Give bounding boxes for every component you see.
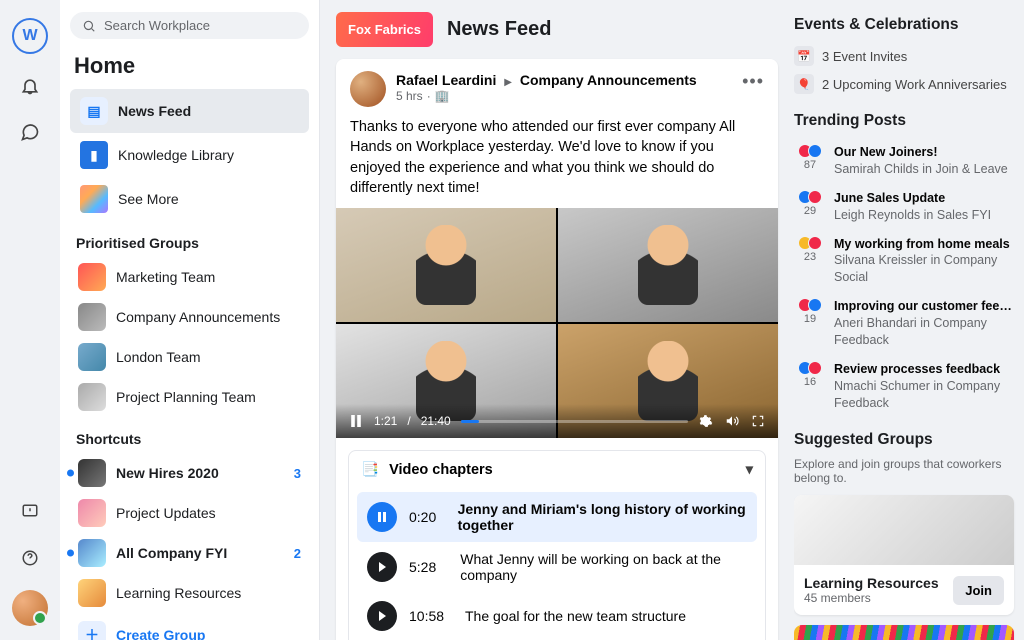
chapters-toggle[interactable]: 📑 Video chapters ▾ bbox=[349, 451, 765, 488]
plus-icon: ＋ bbox=[78, 621, 106, 640]
suggested-group-card[interactable]: Design FYI11 members Join bbox=[794, 625, 1014, 640]
section-shortcuts: Shortcuts bbox=[76, 431, 303, 447]
user-avatar[interactable] bbox=[12, 590, 48, 626]
chevron-down-icon: ▾ bbox=[746, 462, 753, 478]
pause-icon[interactable] bbox=[348, 413, 364, 429]
author-avatar[interactable] bbox=[350, 71, 386, 107]
search-input[interactable]: Search Workplace bbox=[70, 12, 309, 39]
shortcut-all-company-fyi[interactable]: All Company FYI2 bbox=[70, 533, 309, 573]
create-group-button[interactable]: ＋ Create Group bbox=[70, 613, 309, 640]
group-cover bbox=[794, 495, 1014, 565]
unread-dot bbox=[67, 550, 74, 557]
brand-badge[interactable]: Fox Fabrics bbox=[336, 12, 433, 47]
chapter-row[interactable]: 0:20 Jenny and Miriam's long history of … bbox=[357, 492, 757, 542]
book-icon: ▮ bbox=[80, 141, 108, 169]
search-placeholder: Search Workplace bbox=[104, 18, 210, 33]
post-menu-button[interactable]: ••• bbox=[742, 71, 764, 92]
events-title: Events & Celebrations bbox=[794, 16, 1014, 34]
post-time: 5 hrs bbox=[396, 89, 423, 105]
feedback-icon[interactable] bbox=[16, 498, 44, 526]
chat-icon[interactable] bbox=[16, 118, 44, 146]
event-anniversaries[interactable]: 🎈2 Upcoming Work Anniversaries bbox=[794, 70, 1014, 98]
grid-icon bbox=[80, 185, 108, 213]
group-company-announcements[interactable]: Company Announcements bbox=[70, 297, 309, 337]
balloon-icon: 🎈 bbox=[794, 74, 814, 94]
volume-icon[interactable] bbox=[724, 413, 740, 429]
play-icon[interactable] bbox=[367, 601, 397, 631]
suggested-group-card[interactable]: Learning Resources45 members Join bbox=[794, 495, 1014, 615]
settings-icon[interactable] bbox=[698, 413, 714, 429]
trending-post[interactable]: 23 My working from home mealsSilvana Kre… bbox=[794, 230, 1014, 293]
pause-icon[interactable] bbox=[367, 502, 397, 532]
post-group[interactable]: Company Announcements bbox=[520, 72, 697, 88]
video-time-total: 21:40 bbox=[421, 414, 451, 428]
video-player[interactable]: 1:21/21:40 bbox=[336, 208, 778, 438]
search-icon bbox=[82, 19, 96, 33]
video-tile bbox=[336, 208, 556, 322]
nav-see-more[interactable]: See More bbox=[70, 177, 309, 221]
seek-bar[interactable] bbox=[461, 420, 688, 423]
chapter-row[interactable]: 10:58 The goal for the new team structur… bbox=[357, 592, 757, 640]
bell-icon[interactable] bbox=[16, 72, 44, 100]
chapters-icon: 📑 bbox=[361, 461, 379, 478]
video-time-current: 1:21 bbox=[374, 414, 397, 428]
join-button[interactable]: Join bbox=[953, 576, 1004, 605]
group-london-team[interactable]: London Team bbox=[70, 337, 309, 377]
nav-knowledge-library[interactable]: ▮ Knowledge Library bbox=[70, 133, 309, 177]
group-marketing-team[interactable]: Marketing Team bbox=[70, 257, 309, 297]
trending-post[interactable]: 29 June Sales UpdateLeigh Reynolds in Sa… bbox=[794, 184, 1014, 230]
group-thumb bbox=[78, 343, 106, 371]
unread-dot bbox=[67, 470, 74, 477]
chapter-row[interactable]: 5:28 What Jenny will be working on back … bbox=[357, 542, 757, 592]
calendar-icon: 📅 bbox=[794, 46, 814, 66]
group-thumb bbox=[78, 263, 106, 291]
post-author[interactable]: Rafael Leardini bbox=[396, 72, 496, 88]
chevron-right-icon: ▶ bbox=[504, 77, 512, 88]
play-icon[interactable] bbox=[367, 552, 397, 582]
sidebar-title: Home bbox=[74, 53, 305, 79]
nav-news-feed[interactable]: ▤ News Feed bbox=[70, 89, 309, 133]
suggested-title: Suggested Groups bbox=[794, 431, 1014, 449]
group-thumb bbox=[78, 579, 106, 607]
trending-post[interactable]: 16 Review processes feedbackNmachi Schum… bbox=[794, 355, 1014, 418]
shortcut-new-hires[interactable]: New Hires 20203 bbox=[70, 453, 309, 493]
app-logo[interactable]: W bbox=[12, 18, 48, 54]
group-project-planning[interactable]: Project Planning Team bbox=[70, 377, 309, 417]
group-thumb bbox=[78, 539, 106, 567]
shortcut-project-updates[interactable]: Project Updates bbox=[70, 493, 309, 533]
help-icon[interactable] bbox=[16, 544, 44, 572]
fullscreen-icon[interactable] bbox=[750, 413, 766, 429]
news-feed-icon: ▤ bbox=[80, 97, 108, 125]
trending-post[interactable]: 19 Improving our customer feedbac…Aneri … bbox=[794, 292, 1014, 355]
trending-post[interactable]: 87 Our New Joiners!Samirah Childs in Joi… bbox=[794, 138, 1014, 184]
post-body: Thanks to everyone who attended our firs… bbox=[336, 111, 778, 208]
group-thumb bbox=[78, 459, 106, 487]
section-priority-groups: Prioritised Groups bbox=[76, 235, 303, 251]
event-invites[interactable]: 📅3 Event Invites bbox=[794, 42, 1014, 70]
post-card: Rafael Leardini ▶ Company Announcements … bbox=[336, 59, 778, 640]
trending-title: Trending Posts bbox=[794, 112, 1014, 130]
group-thumb bbox=[78, 303, 106, 331]
shortcut-learning-resources[interactable]: Learning Resources bbox=[70, 573, 309, 613]
group-thumb bbox=[78, 383, 106, 411]
video-tile bbox=[558, 208, 778, 322]
audience-icon: 🏢 bbox=[435, 89, 450, 105]
page-title: News Feed bbox=[447, 18, 551, 41]
group-cover bbox=[794, 625, 1014, 640]
suggested-subtitle: Explore and join groups that coworkers b… bbox=[794, 457, 1014, 485]
group-thumb bbox=[78, 499, 106, 527]
video-chapters: 📑 Video chapters ▾ 0:20 Jenny and Miriam… bbox=[348, 450, 766, 640]
